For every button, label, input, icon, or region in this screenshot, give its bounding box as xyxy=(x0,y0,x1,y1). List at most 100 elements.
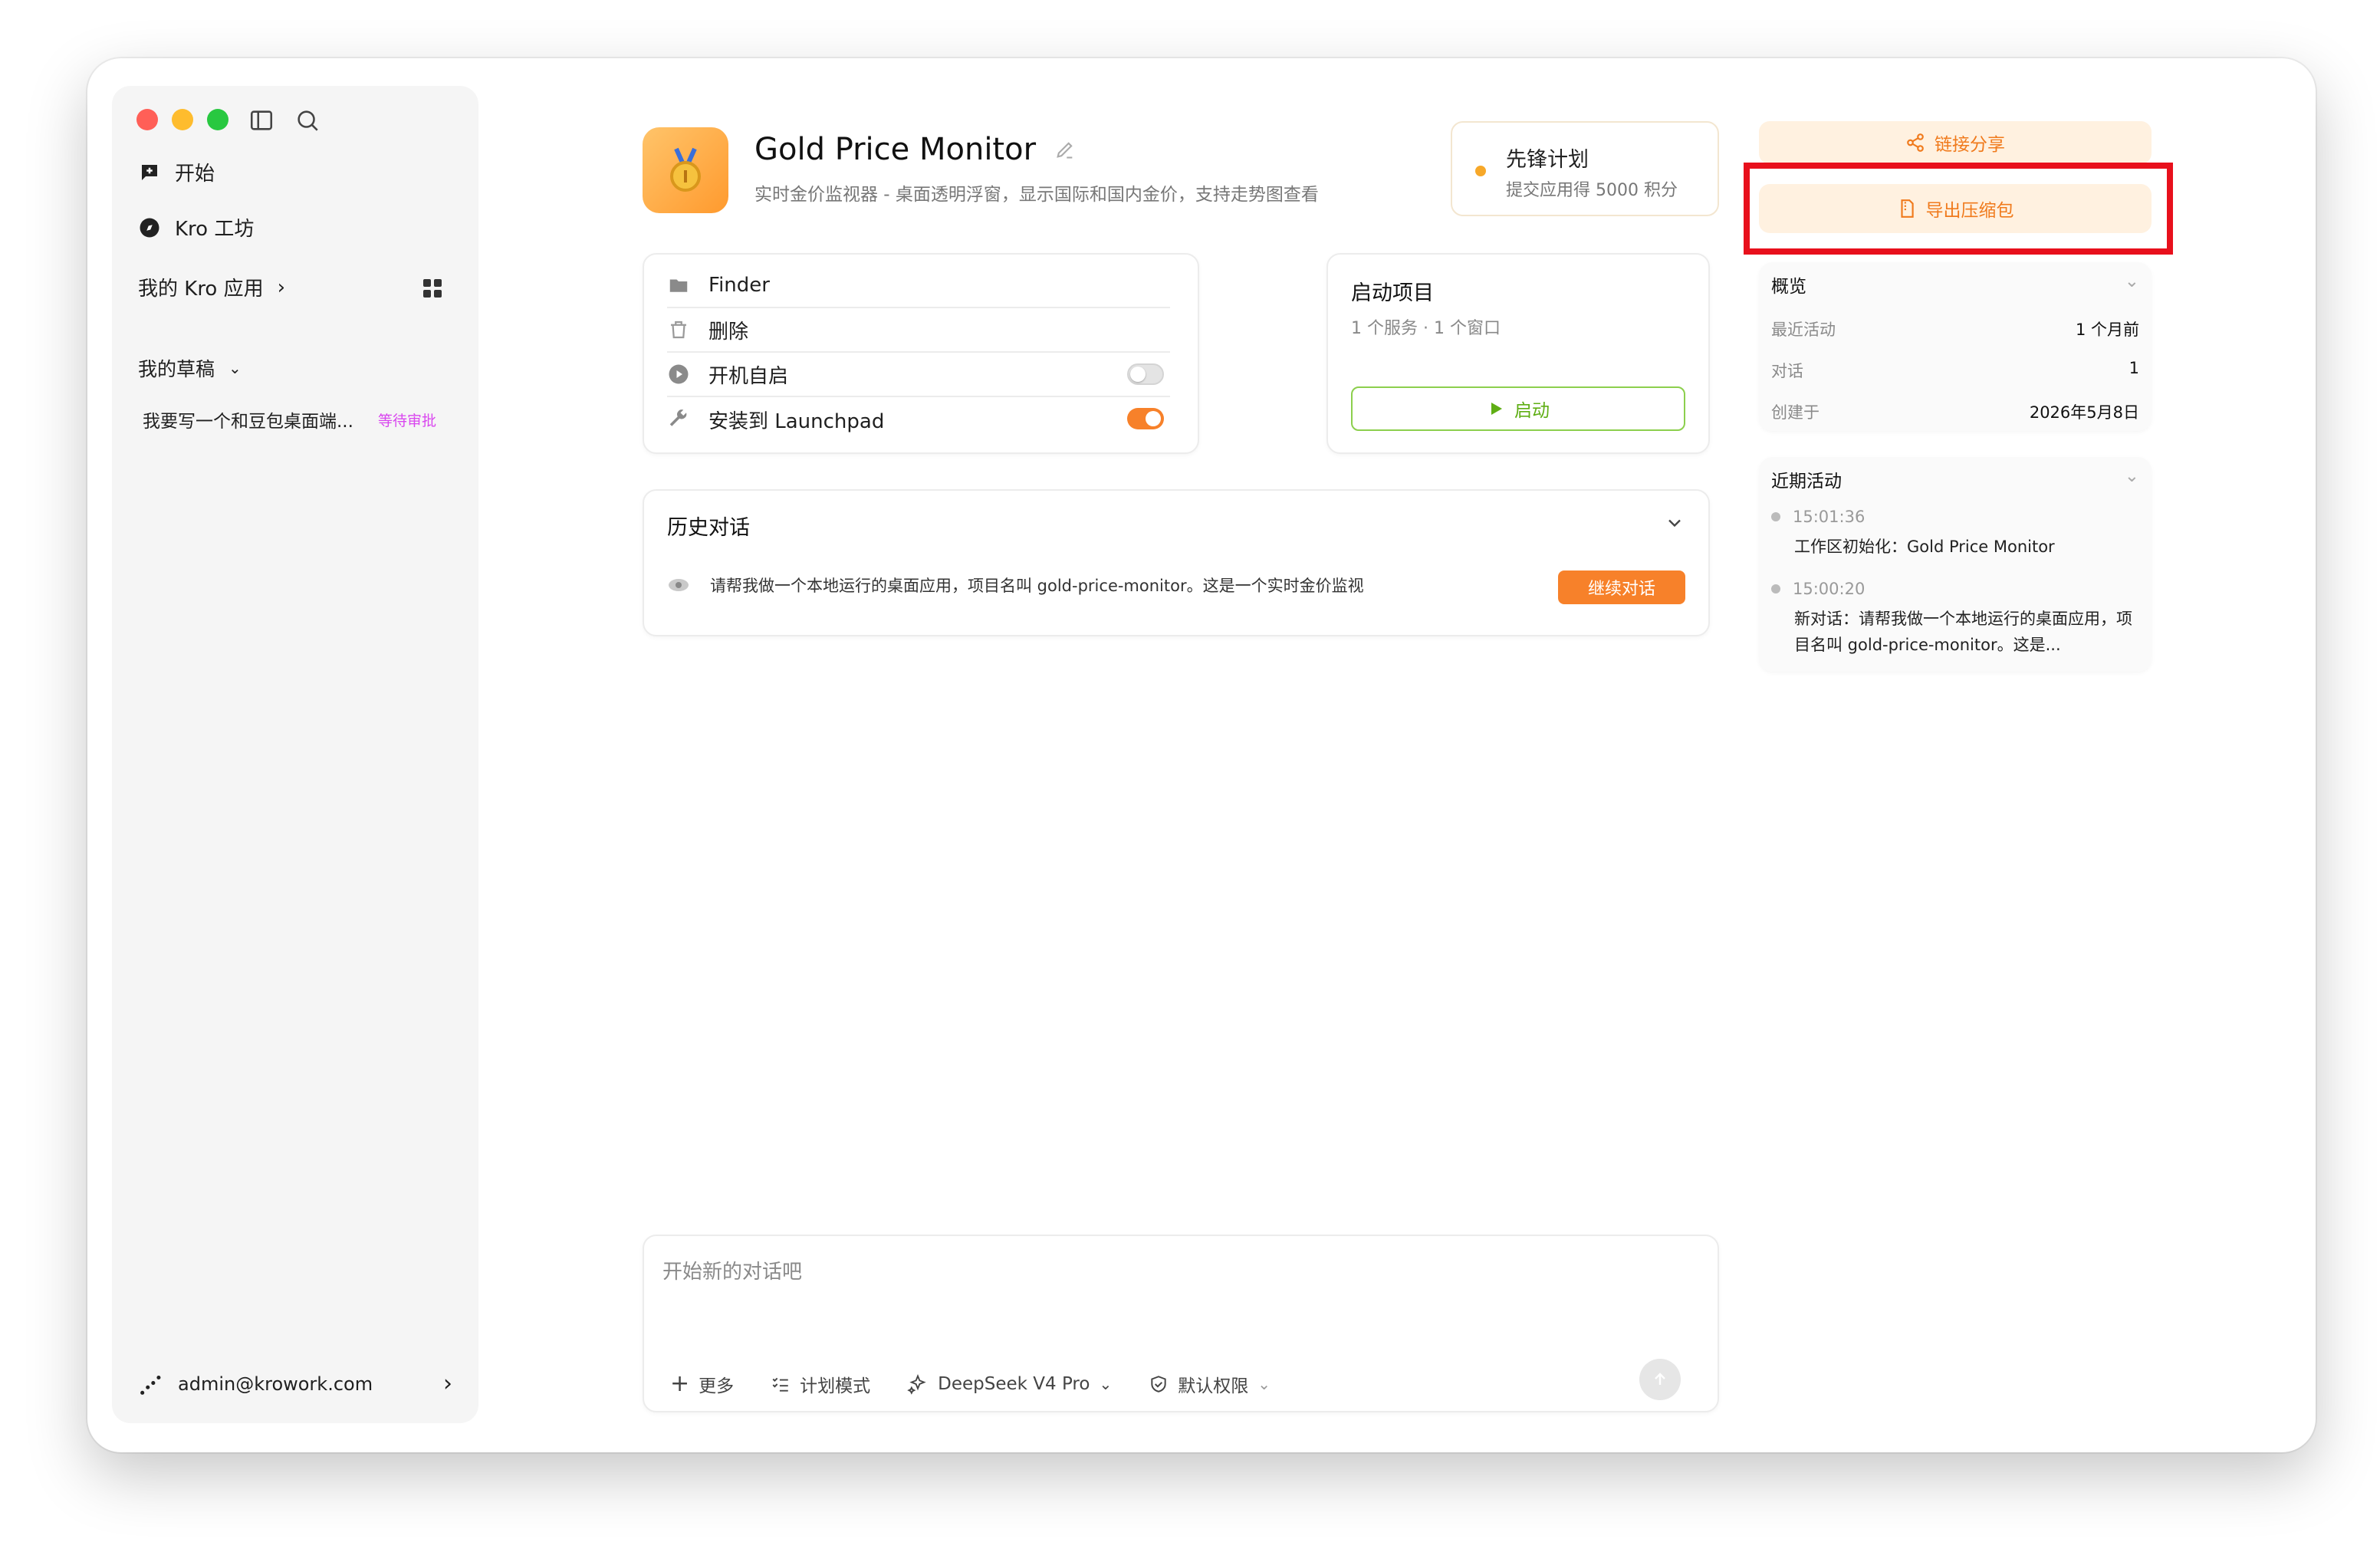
plus-icon: + xyxy=(670,1370,690,1397)
pioneer-title: 先锋计划 xyxy=(1506,148,1589,172)
action-install-launchpad: 安装到 Launchpad xyxy=(667,397,1170,442)
chevron-down-icon: ⌄ xyxy=(1099,1374,1113,1393)
launch-title: 启动项目 xyxy=(1351,281,1434,305)
app-icon xyxy=(643,127,728,213)
overview-title: 概览 xyxy=(1771,277,1806,297)
sidebar-toggle-icon[interactable] xyxy=(248,107,274,133)
sparkle-icon xyxy=(907,1373,926,1395)
play-circle-icon xyxy=(669,364,689,384)
app-actions-card: Finder 删除 开机自启 安装到 Launchpad xyxy=(643,253,1199,454)
app-window: 开始 Kro 工坊 我的 Kro 应用 › 我的草稿 ⌄ 我要写一个和豆包桌面端… xyxy=(87,58,2316,1452)
timeline-dot xyxy=(1771,584,1780,594)
window-controls xyxy=(136,109,228,130)
sidebar-item-label: 我的草稿 xyxy=(138,358,215,380)
overview-panel: 概览 ⌄ 最近活动 1 个月前 对话 1 创建于 2026年5月8日 xyxy=(1759,262,2152,431)
account-row[interactable]: admin@krowork.com › xyxy=(138,1370,452,1397)
action-finder[interactable]: Finder xyxy=(667,264,1170,308)
activity-item: 15:01:36 工作区初始化：Gold Price Monitor xyxy=(1771,508,2139,560)
app-title-row: Gold Price Monitor xyxy=(754,132,1076,167)
sidebar: 开始 Kro 工坊 我的 Kro 应用 › 我的草稿 ⌄ 我要写一个和豆包桌面端… xyxy=(112,86,478,1423)
action-label: Finder xyxy=(708,274,770,297)
status-dot xyxy=(1475,166,1486,176)
compass-icon xyxy=(140,218,159,237)
eye-icon xyxy=(669,579,689,591)
action-label: 开机自启 xyxy=(708,364,789,388)
shield-check-icon xyxy=(1151,1375,1166,1393)
recent-title: 近期活动 xyxy=(1771,472,1842,492)
sidebar-drafts-header[interactable]: 我的草稿 ⌄ xyxy=(138,354,242,382)
start-button[interactable]: 启动 xyxy=(1351,386,1685,431)
sidebar-item-start[interactable]: 开始 xyxy=(138,158,215,186)
chevron-right-icon: › xyxy=(277,275,286,299)
grid-view-icon[interactable] xyxy=(423,279,442,298)
play-icon xyxy=(1491,403,1502,415)
search-icon[interactable] xyxy=(294,107,321,133)
sidebar-item-label: Kro 工坊 xyxy=(175,218,255,241)
overview-value: 1 xyxy=(2129,359,2139,377)
sidebar-item-workshop[interactable]: Kro 工坊 xyxy=(138,213,254,242)
plan-label: 计划模式 xyxy=(800,1376,871,1396)
sidebar-item-label: 我的 Kro 应用 xyxy=(138,278,264,301)
close-window-button[interactable] xyxy=(136,109,158,130)
overview-key: 创建于 xyxy=(1771,403,1820,422)
send-button[interactable] xyxy=(1639,1359,1681,1400)
arrow-up-icon xyxy=(1655,1373,1665,1385)
more-button[interactable]: + 更多 xyxy=(670,1370,734,1397)
archive-file-icon xyxy=(1900,199,1914,218)
overview-value: 2026年5月8日 xyxy=(2029,403,2139,422)
activity-time: 15:00:20 xyxy=(1793,580,1866,598)
chevron-right-icon: › xyxy=(443,1370,452,1397)
chevron-down-icon: ⌄ xyxy=(2124,271,2139,291)
activity-item: 15:00:20 新对话：请帮我做一个本地运行的桌面应用，项目名叫 gold-p… xyxy=(1771,580,2139,658)
activity-time: 15:01:36 xyxy=(1793,508,1866,526)
overview-key: 最近活动 xyxy=(1771,321,1836,339)
model-label: DeepSeek V4 Pro xyxy=(938,1373,1090,1394)
pioneer-program-card[interactable]: 先锋计划 提交应用得 5000 积分 xyxy=(1451,121,1719,216)
permission-select[interactable]: 默认权限 ⌄ xyxy=(1149,1371,1271,1397)
export-zip-button[interactable]: 导出压缩包 xyxy=(1759,184,2152,233)
trash-icon xyxy=(671,321,686,339)
draft-item[interactable]: 我要写一个和豆包桌面端... 等待审批 xyxy=(143,406,436,432)
composer-toolbar: + 更多 计划模式 DeepSeek V4 Pro ⌄ 默认权限 ⌄ xyxy=(670,1370,1271,1397)
signal-icon xyxy=(140,1375,161,1395)
overview-header[interactable]: 概览 ⌄ xyxy=(1771,271,2139,298)
draft-title: 我要写一个和豆包桌面端... xyxy=(143,412,353,432)
activity-desc: 工作区初始化：Gold Price Monitor xyxy=(1794,538,2055,556)
launch-subtitle: 1 个服务 · 1 个窗口 xyxy=(1351,319,1501,338)
recent-activity-panel: 近期活动 ⌄ 15:01:36 工作区初始化：Gold Price Monito… xyxy=(1759,457,2152,672)
history-item[interactable]: 请帮我做一个本地运行的桌面应用，项目名叫 gold-price-monitor。… xyxy=(667,574,1364,597)
minimize-window-button[interactable] xyxy=(172,109,193,130)
model-select[interactable]: DeepSeek V4 Pro ⌄ xyxy=(907,1373,1112,1395)
folder-icon xyxy=(669,279,688,292)
recent-header[interactable]: 近期活动 ⌄ xyxy=(1771,466,2139,492)
action-delete[interactable]: 删除 xyxy=(667,308,1170,353)
overview-row: 最近活动 1 个月前 xyxy=(1771,317,2139,340)
maximize-window-button[interactable] xyxy=(207,109,228,130)
composer-placeholder[interactable]: 开始新的对话吧 xyxy=(662,1256,802,1284)
history-item-text: 请帮我做一个本地运行的桌面应用，项目名叫 gold-price-monitor。… xyxy=(710,577,1364,595)
continue-chat-button[interactable]: 继续对话 xyxy=(1558,570,1685,604)
overview-key: 对话 xyxy=(1771,362,1803,380)
export-label: 导出压缩包 xyxy=(1925,201,2014,221)
history-title: 历史对话 xyxy=(667,516,750,540)
plan-mode-button[interactable]: 计划模式 xyxy=(771,1371,870,1397)
action-autostart: 开机自启 xyxy=(667,353,1170,397)
chevron-down-icon[interactable] xyxy=(1664,512,1685,534)
sidebar-my-apps[interactable]: 我的 Kro 应用 › xyxy=(138,273,285,301)
permission-label: 默认权限 xyxy=(1178,1376,1249,1396)
share-icon xyxy=(1907,133,1924,152)
timeline-dot xyxy=(1771,512,1780,521)
checklist-icon xyxy=(772,1377,788,1392)
overview-row: 创建于 2026年5月8日 xyxy=(1771,400,2139,423)
history-card: 历史对话 请帮我做一个本地运行的桌面应用，项目名叫 gold-price-mon… xyxy=(643,489,1710,636)
activity-desc: 新对话：请帮我做一个本地运行的桌面应用，项目名叫 gold-price-moni… xyxy=(1794,610,2132,654)
edit-icon[interactable] xyxy=(1054,139,1076,160)
share-link-button[interactable]: 链接分享 xyxy=(1759,121,2152,164)
overview-row: 对话 1 xyxy=(1771,359,2139,382)
chat-composer[interactable]: 开始新的对话吧 + 更多 计划模式 DeepSeek V4 Pro ⌄ 默认权限… xyxy=(643,1235,1719,1412)
wrench-icon xyxy=(669,409,687,426)
launchpad-toggle[interactable] xyxy=(1127,408,1164,429)
autostart-toggle[interactable] xyxy=(1127,363,1164,385)
launch-project-card: 启动项目 1 个服务 · 1 个窗口 启动 xyxy=(1326,253,1710,454)
app-subtitle: 实时金价监视器 - 桌面透明浮窗，显示国际和国内金价，支持走势图查看 xyxy=(754,185,1319,205)
